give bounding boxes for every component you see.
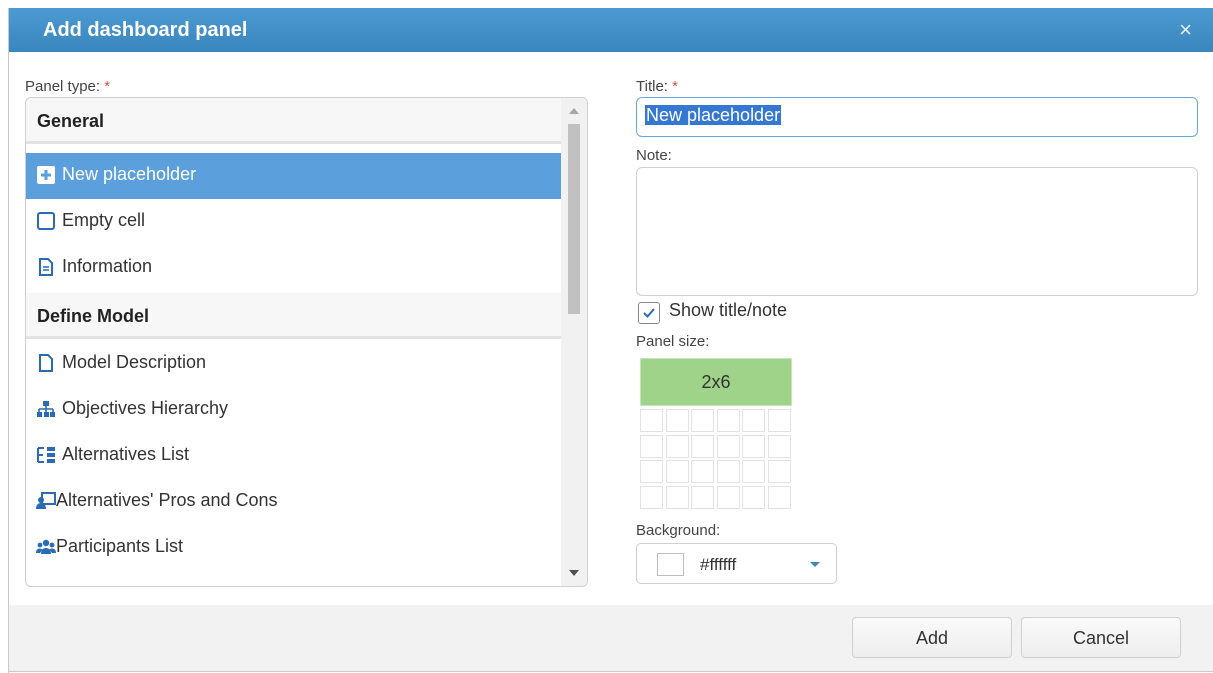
list-item-objectives-hierarchy[interactable]: Objectives Hierarchy (26, 387, 562, 433)
title-label-text: Title: (636, 78, 668, 95)
required-mark: * (672, 78, 678, 95)
scroll-down-arrow-icon[interactable] (569, 570, 579, 576)
required-mark: * (104, 78, 111, 95)
scroll-thumb[interactable] (568, 124, 580, 314)
checkmark-icon (643, 308, 655, 318)
note-label: Note: (636, 147, 672, 164)
list-item-label: Objectives Hierarchy (62, 398, 229, 418)
panel-size-cell[interactable] (691, 409, 714, 432)
document-icon (36, 257, 56, 277)
title-label: Title: * (636, 78, 678, 95)
panel-size-cell[interactable] (742, 409, 765, 432)
panel-size-cell[interactable] (640, 409, 663, 432)
list-item-participants-list[interactable]: Participants List (26, 525, 562, 571)
list-item-label: New placeholder (62, 164, 197, 184)
panel-size-cell[interactable] (742, 460, 765, 483)
panel-type-label: Panel type: * (25, 78, 110, 95)
file-icon (36, 353, 56, 373)
list-icon (36, 445, 56, 465)
title-input-value: New placeholder (645, 105, 782, 125)
panel-size-cell[interactable] (742, 485, 765, 509)
hierarchy-icon (36, 399, 56, 419)
panel-size-cell[interactable] (640, 485, 663, 509)
list-item-label: Information (62, 256, 153, 276)
add-dashboard-panel-dialog: Add dashboard panel × Panel type: * Gene… (8, 8, 1213, 673)
note-textarea[interactable] (636, 167, 1198, 296)
panel-size-cell[interactable] (691, 460, 714, 483)
close-icon[interactable]: × (1179, 17, 1192, 43)
panel-size-cell[interactable] (716, 434, 740, 458)
panel-size-cell[interactable] (716, 460, 740, 483)
list-item-alternatives-pros-cons[interactable]: Alternatives' Pros and Cons (26, 479, 562, 525)
title-input[interactable]: New placeholder (636, 97, 1198, 137)
panel-size-label: Panel size: (636, 333, 710, 350)
list-item-label: Model Description (62, 352, 207, 372)
list-item-model-description[interactable]: Model Description (26, 341, 562, 387)
panel-size-selection[interactable]: 2x6 (640, 358, 792, 406)
list-item-label: Participants List (56, 536, 184, 556)
panel-size-cell[interactable] (767, 460, 791, 483)
panel-type-label-text: Panel type: (25, 78, 101, 95)
list-item-label: Alternatives List (62, 444, 190, 464)
panel-size-cell[interactable] (691, 434, 714, 458)
panel-size-cell[interactable] (767, 434, 791, 458)
panel-size-cell[interactable] (640, 460, 663, 483)
panel-size-grid[interactable]: 2x6 (640, 358, 792, 509)
list-item-alternatives-list[interactable]: Alternatives List (26, 433, 562, 479)
dialog-titlebar: Add dashboard panel × (9, 8, 1213, 52)
panel-size-cell[interactable] (691, 485, 714, 509)
panel-size-cell[interactable] (767, 409, 791, 432)
dialog-title: Add dashboard panel (43, 19, 248, 41)
background-color-picker[interactable]: #ffffff (636, 543, 837, 584)
dialog-footer: Add Cancel (9, 605, 1213, 672)
plus-square-icon (36, 165, 56, 185)
background-label: Background: (636, 522, 721, 539)
list-item-label: Alternatives' Pros and Cons (56, 490, 278, 510)
panel-size-cell[interactable] (665, 434, 689, 458)
panel-size-cell[interactable] (665, 409, 689, 432)
panel-size-cell[interactable] (665, 460, 689, 483)
list-item-new-placeholder[interactable]: New placeholder (26, 153, 562, 199)
panel-size-cell[interactable] (716, 409, 740, 432)
list-item-label: Empty cell (62, 210, 146, 230)
users-icon (36, 537, 56, 557)
panel-size-cell[interactable] (640, 434, 663, 458)
color-swatch (657, 553, 684, 576)
list-item-information[interactable]: Information (26, 245, 562, 291)
panel-size-cell[interactable] (742, 434, 765, 458)
panel-size-cell[interactable] (665, 485, 689, 509)
chevron-down-icon[interactable] (810, 562, 820, 567)
list-scrollbar[interactable] (561, 98, 587, 586)
background-color-value: #ffffff (700, 555, 737, 574)
show-title-note-checkbox[interactable] (638, 302, 660, 324)
presentation-icon (36, 491, 56, 511)
panel-size-cell[interactable] (716, 485, 740, 509)
add-button[interactable]: Add (852, 617, 1012, 658)
scroll-up-arrow-icon[interactable] (569, 108, 579, 114)
panel-size-cell[interactable] (767, 485, 791, 509)
group-header-general: General (26, 98, 562, 144)
show-title-note-label[interactable]: Show title/note (669, 300, 787, 321)
square-outline-icon (36, 211, 56, 231)
panel-type-list[interactable]: General New placeholder Empty cell Infor… (25, 97, 588, 587)
list-item-empty-cell[interactable]: Empty cell (26, 199, 562, 245)
group-header-define-model: Define Model (26, 293, 562, 339)
cancel-button[interactable]: Cancel (1021, 617, 1181, 658)
